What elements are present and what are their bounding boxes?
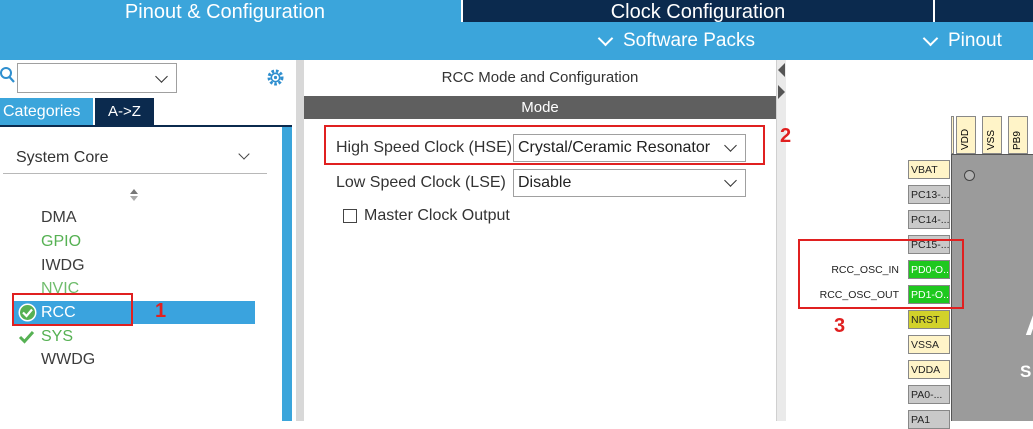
pin-pb9[interactable]: PB9: [1008, 116, 1028, 154]
annotation-number-1: 1: [155, 300, 167, 322]
software-packs-label: Software Packs: [623, 30, 755, 51]
chip-letter: S: [1020, 362, 1032, 381]
category-label: System Core: [16, 149, 109, 166]
chevron-down-icon: [597, 30, 614, 46]
annotation-box-2: [324, 125, 765, 165]
pin-nrst[interactable]: NRST: [908, 310, 950, 329]
tab-divider: [933, 0, 935, 22]
annotation-number-2: 2: [780, 125, 792, 147]
pin-pa1[interactable]: PA1: [908, 410, 950, 429]
search-icon[interactable]: [0, 66, 16, 84]
gear-icon[interactable]: [265, 67, 286, 88]
pin-pc14[interactable]: PC14-...: [908, 210, 950, 229]
tab-divider: [461, 0, 463, 22]
pinout-menu[interactable]: Pinout: [922, 29, 1002, 53]
chevron-down-icon: [724, 174, 737, 187]
pin-top-edge: [951, 116, 954, 154]
left-scrollbar-track[interactable]: [282, 127, 292, 421]
mode-header-label: Mode: [521, 99, 559, 116]
sort-icon[interactable]: [129, 188, 139, 202]
tab-clock-configuration[interactable]: Clock Configuration: [463, 0, 933, 22]
tabs-underline: [0, 125, 292, 127]
pin-vdd[interactable]: VDD: [956, 116, 976, 154]
chevron-down-icon: [922, 30, 939, 46]
pin-vssa[interactable]: VSSA: [908, 335, 950, 354]
category-separator: [3, 173, 267, 174]
search-input[interactable]: [17, 63, 177, 93]
chevron-down-icon[interactable]: [155, 70, 168, 83]
panel-title: RCC Mode and Configuration: [441, 69, 639, 86]
master-clock-output-checkbox[interactable]: [343, 209, 357, 223]
lse-select-value: Disable: [518, 174, 572, 191]
mode-section-header[interactable]: Mode: [304, 96, 776, 119]
tab-a-to-z[interactable]: A->Z: [95, 98, 154, 125]
tab-pinout-configuration-label: Pinout & Configuration: [124, 1, 326, 22]
chip-letter: A: [1025, 305, 1033, 344]
category-system-core[interactable]: System Core: [16, 149, 108, 167]
expand-arrow-icon[interactable]: [777, 85, 786, 99]
chip-pin1-marker: [964, 170, 975, 181]
pin-vss[interactable]: VSS: [982, 116, 1002, 154]
list-item-gpio[interactable]: GPIO: [41, 233, 81, 251]
list-item-iwdg[interactable]: IWDG: [41, 257, 85, 275]
collapse-arrow-icon[interactable]: [777, 63, 786, 77]
lse-label: Low Speed Clock (LSE): [336, 174, 506, 191]
pin-vdda[interactable]: VDDA: [908, 360, 950, 379]
secondary-menu-bar: [0, 22, 1033, 60]
list-item-sys[interactable]: SYS: [41, 328, 73, 346]
annotation-number-3: 3: [834, 315, 846, 337]
panel-divider[interactable]: [296, 60, 304, 421]
tab-a-to-z-label: A->Z: [108, 103, 141, 120]
pin-pa0[interactable]: PA0-...: [908, 385, 950, 404]
pinout-label: Pinout: [948, 30, 1002, 51]
software-packs-menu[interactable]: Software Packs: [597, 29, 755, 53]
splitter-handle[interactable]: [776, 60, 786, 421]
annotation-box-1: [12, 293, 133, 326]
tab-categories[interactable]: Categories: [0, 98, 93, 125]
check-icon: [18, 329, 35, 344]
master-clock-output-label: Master Clock Output: [364, 207, 510, 224]
tab-categories-label: Categories: [3, 102, 81, 120]
list-item-wwdg[interactable]: WWDG: [41, 351, 95, 369]
list-item-dma[interactable]: DMA: [41, 209, 77, 227]
lse-select[interactable]: Disable: [513, 169, 746, 197]
annotation-box-3: [798, 239, 964, 309]
pin-pc13[interactable]: PC13-...: [908, 185, 950, 204]
pin-vbat[interactable]: VBAT: [908, 160, 950, 179]
